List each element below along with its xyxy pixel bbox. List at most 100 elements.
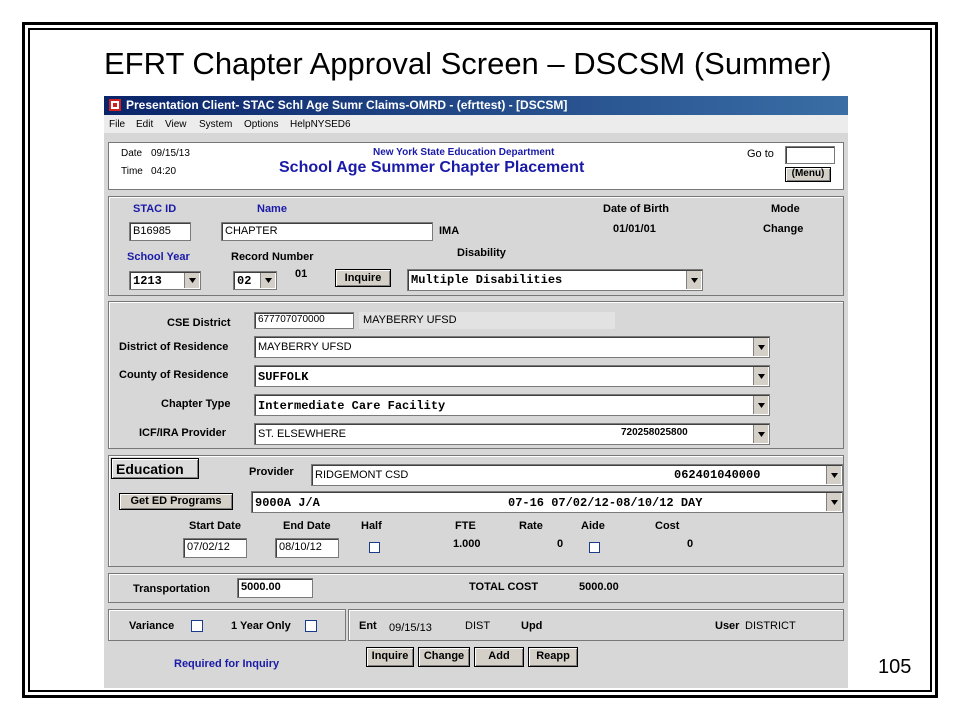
half-checkbox[interactable]	[369, 542, 380, 553]
chevron-down-icon[interactable]	[260, 273, 275, 288]
icf-code: 720258025800	[621, 427, 688, 438]
change-button[interactable]: Change	[418, 647, 470, 667]
variance-label: Variance	[129, 620, 175, 632]
fte-value: 1.000	[453, 538, 481, 550]
county-select[interactable]: SUFFOLK	[254, 365, 770, 387]
rate-label: Rate	[519, 520, 543, 532]
agency-name: New York State Education Department	[373, 147, 555, 158]
menu-system[interactable]: System	[199, 119, 232, 130]
inquire-button[interactable]: Inquire	[366, 647, 414, 667]
chevron-down-icon[interactable]	[686, 271, 701, 289]
cse-name-field: MAYBERRY UFSD	[359, 312, 615, 329]
provider-code: 062401040000	[674, 468, 761, 482]
fte-label: FTE	[455, 520, 476, 532]
variance-panel: Variance 1 Year Only	[108, 609, 346, 641]
icf-select[interactable]: ST. ELSEWHERE 720258025800	[254, 423, 770, 445]
aide-label: Aide	[581, 520, 605, 532]
cse-code-input[interactable]: 677707070000	[254, 312, 354, 329]
ent-by: DIST	[465, 620, 491, 632]
icf-label: ICF/IRA Provider	[139, 427, 226, 439]
disability-label: Disability	[457, 247, 506, 259]
chevron-down-icon[interactable]	[826, 493, 841, 511]
transportation-input[interactable]: 5000.00	[237, 578, 313, 598]
name-suffix: IMA	[439, 225, 460, 237]
chevron-down-icon[interactable]	[753, 367, 768, 385]
header-panel: Date 09/15/13 Time 04:20 New York State …	[108, 142, 844, 190]
page-number: 105	[878, 656, 912, 678]
half-label: Half	[361, 520, 382, 532]
menu-view[interactable]: View	[165, 119, 187, 130]
menu-button[interactable]: (Menu)	[785, 167, 831, 182]
end-date-input[interactable]: 08/10/12	[275, 538, 339, 558]
time-value: 04:20	[151, 166, 177, 177]
aide-checkbox[interactable]	[589, 542, 600, 553]
student-panel: STAC ID B16985 Name CHAPTER IMA Date of …	[108, 196, 844, 296]
school-year-select[interactable]: 1213	[129, 271, 201, 290]
goto-input[interactable]	[785, 146, 835, 164]
chevron-down-icon[interactable]	[184, 273, 199, 288]
stac-id-input[interactable]: B16985	[129, 222, 191, 241]
chevron-down-icon[interactable]	[826, 466, 841, 484]
menu-bar: File Edit View System Options HelpNYSED6	[104, 115, 848, 133]
dob-value: 01/01/01	[613, 223, 656, 235]
reapp-button[interactable]: Reapp	[528, 647, 578, 667]
record-number-label: Record Number	[231, 251, 314, 263]
menu-file[interactable]: File	[109, 119, 125, 130]
date-value: 09/15/13	[151, 148, 190, 159]
screen-title: School Age Summer Chapter Placement	[279, 159, 585, 176]
record-number-select[interactable]: 02	[233, 271, 277, 290]
date-label: Date	[121, 148, 143, 159]
menu-help[interactable]: HelpNYSED6	[290, 119, 351, 130]
cse-district-label: CSE District	[167, 317, 231, 329]
name-input[interactable]: CHAPTER	[221, 222, 433, 241]
school-year-label: School Year	[127, 251, 190, 263]
district-panel: CSE District 677707070000 MAYBERRY UFSD …	[108, 301, 844, 449]
education-panel: Education Provider RIDGEMONT CSD 0624010…	[108, 455, 844, 567]
menu-options[interactable]: Options	[244, 119, 278, 130]
variance-checkbox[interactable]	[191, 620, 203, 632]
stac-id-label: STAC ID	[133, 203, 177, 215]
record-number-value: 01	[295, 268, 308, 280]
audit-panel: Ent 09/15/13 DIST Upd User DISTRICT	[348, 609, 844, 641]
education-tab[interactable]: Education	[111, 458, 199, 479]
time-label: Time	[121, 166, 143, 177]
app-icon	[109, 99, 121, 111]
one-year-label: 1 Year Only	[231, 620, 291, 632]
add-button[interactable]: Add	[474, 647, 524, 667]
provider-select[interactable]: RIDGEMONT CSD 062401040000	[311, 464, 843, 486]
transportation-panel: Transportation 5000.00 TOTAL COST 5000.0…	[108, 573, 844, 603]
total-cost-label: TOTAL COST	[469, 581, 539, 593]
disability-select[interactable]: Multiple Disabilities	[407, 269, 703, 291]
residence-select[interactable]: MAYBERRY UFSD	[254, 336, 770, 358]
chapter-type-select[interactable]: Intermediate Care Facility	[254, 394, 770, 416]
window-titlebar[interactable]: Presentation Client- STAC Schl Age Sumr …	[104, 96, 848, 115]
chevron-down-icon[interactable]	[753, 425, 768, 443]
menu-edit[interactable]: Edit	[136, 119, 153, 130]
inquire-button-top[interactable]: Inquire	[335, 269, 391, 287]
start-date-input[interactable]: 07/02/12	[183, 538, 247, 558]
start-date-label: Start Date	[189, 520, 241, 532]
slide-title: EFRT Chapter Approval Screen – DSCSM (Su…	[104, 46, 832, 81]
program-select[interactable]: 9000A J/A 07-16 07/02/12-08/10/12 DAY	[251, 491, 843, 513]
cost-label: Cost	[655, 520, 680, 532]
cost-value: 0	[687, 538, 694, 550]
one-year-checkbox[interactable]	[305, 620, 317, 632]
end-date-label: End Date	[283, 520, 331, 532]
chapter-type-label: Chapter Type	[161, 398, 231, 410]
ent-date: 09/15/13	[389, 622, 432, 634]
window-title: Presentation Client- STAC Schl Age Sumr …	[126, 98, 568, 112]
get-ed-programs-button[interactable]: Get ED Programs	[119, 493, 233, 510]
required-note: Required for Inquiry	[174, 658, 280, 670]
app-window: Presentation Client- STAC Schl Age Sumr …	[104, 96, 848, 688]
total-cost-value: 5000.00	[579, 581, 619, 593]
dob-label: Date of Birth	[603, 203, 669, 215]
ent-label: Ent	[359, 620, 377, 632]
provider-label: Provider	[249, 466, 294, 478]
name-label: Name	[257, 203, 287, 215]
residence-label: District of Residence	[119, 341, 229, 353]
transportation-label: Transportation	[133, 583, 211, 595]
goto-label: Go to	[747, 148, 774, 160]
chevron-down-icon[interactable]	[753, 338, 768, 356]
chevron-down-icon[interactable]	[753, 396, 768, 414]
rate-value: 0	[557, 538, 564, 550]
